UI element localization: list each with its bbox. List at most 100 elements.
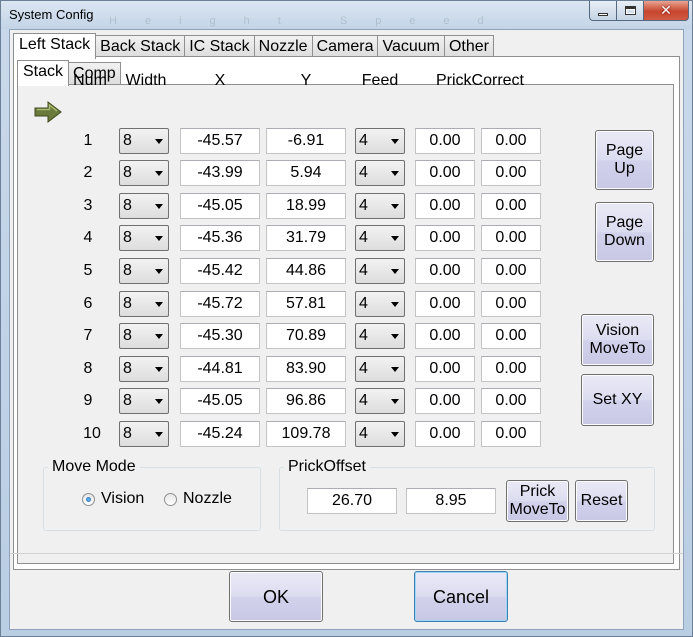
tab-back-stack[interactable]: Back Stack <box>95 35 186 58</box>
feed-select[interactable]: 4 <box>355 225 405 251</box>
row-num: 8 <box>83 360 93 377</box>
radio-vision[interactable] <box>82 493 95 506</box>
width-select[interactable]: 8 <box>119 356 169 382</box>
prick-correct-x-field[interactable]: 0.00 <box>415 193 475 219</box>
width-select[interactable]: 8 <box>119 258 169 284</box>
close-icon: ✕ <box>660 2 672 19</box>
vision-moveto-button[interactable]: Vision MoveTo <box>581 314 654 366</box>
prick-correct-x-field[interactable]: 0.00 <box>415 128 475 154</box>
prick-correct-y-field[interactable]: 0.00 <box>481 421 541 447</box>
row-num: 3 <box>83 197 93 214</box>
chevron-down-icon <box>391 399 399 404</box>
tab-stack[interactable]: Stack <box>17 60 70 86</box>
radio-nozzle[interactable] <box>164 493 177 506</box>
width-select[interactable]: 8 <box>119 160 169 186</box>
x-field[interactable]: -45.42 <box>180 258 260 284</box>
feed-select[interactable]: 4 <box>355 193 405 219</box>
x-field[interactable]: -45.05 <box>180 388 260 414</box>
y-field[interactable]: 5.94 <box>266 160 346 186</box>
set-xy-button[interactable]: Set XY <box>581 374 654 426</box>
prick-correct-y-field[interactable]: 0.00 <box>481 356 541 382</box>
ok-button[interactable]: OK <box>229 571 323 622</box>
prick-correct-y-field[interactable]: 0.00 <box>481 258 541 284</box>
radio-vision-label[interactable]: Vision <box>101 490 144 508</box>
x-field[interactable]: -45.72 <box>180 291 260 317</box>
title-bar[interactable]: System Config Height Speed Vision Check … <box>1 1 692 29</box>
feed-select[interactable]: 4 <box>355 356 405 382</box>
page-up-button[interactable]: Page Up <box>595 130 654 190</box>
chevron-down-icon <box>391 171 399 176</box>
width-value: 8 <box>123 360 132 377</box>
close-button[interactable]: ✕ <box>643 1 689 21</box>
chevron-down-icon <box>155 139 163 144</box>
prick-correct-y-field[interactable]: 0.00 <box>481 160 541 186</box>
reset-button[interactable]: Reset <box>575 480 628 522</box>
width-select[interactable]: 8 <box>119 225 169 251</box>
prick-correct-x-field[interactable]: 0.00 <box>415 421 475 447</box>
header-prick-correct: PrickCorrect <box>435 72 524 89</box>
prick-correct-y-field[interactable]: 0.00 <box>481 225 541 251</box>
y-field[interactable]: 109.78 <box>266 421 346 447</box>
cancel-button[interactable]: Cancel <box>414 571 508 622</box>
feed-select[interactable]: 4 <box>355 421 405 447</box>
x-field[interactable]: -43.99 <box>180 160 260 186</box>
y-field[interactable]: 31.79 <box>266 225 346 251</box>
prick-correct-x-field[interactable]: 0.00 <box>415 323 475 349</box>
prick-correct-y-field[interactable]: 0.00 <box>481 193 541 219</box>
feed-select[interactable]: 4 <box>355 128 405 154</box>
y-field[interactable]: -6.91 <box>266 128 346 154</box>
width-select[interactable]: 8 <box>119 128 169 154</box>
chevron-down-icon <box>391 236 399 241</box>
tab-camera[interactable]: Camera <box>311 35 379 58</box>
tab-nozzle[interactable]: Nozzle <box>253 35 313 58</box>
tab-left-stack[interactable]: Left Stack <box>13 33 97 59</box>
x-field[interactable]: -45.36 <box>180 225 260 251</box>
chevron-down-icon <box>391 302 399 307</box>
tab-other[interactable]: Other <box>443 35 494 58</box>
y-field[interactable]: 83.90 <box>266 356 346 382</box>
y-field[interactable]: 96.86 <box>266 388 346 414</box>
prick-correct-x-field[interactable]: 0.00 <box>415 388 475 414</box>
width-select[interactable]: 8 <box>119 421 169 447</box>
width-select[interactable]: 8 <box>119 291 169 317</box>
x-field[interactable]: -44.81 <box>180 356 260 382</box>
x-field[interactable]: -45.57 <box>180 128 260 154</box>
prick-correct-y-field[interactable]: 0.00 <box>481 323 541 349</box>
radio-nozzle-label[interactable]: Nozzle <box>183 490 232 508</box>
feed-select[interactable]: 4 <box>355 160 405 186</box>
feed-select[interactable]: 4 <box>355 258 405 284</box>
y-field[interactable]: 18.99 <box>266 193 346 219</box>
prick-correct-x-field[interactable]: 0.00 <box>415 291 475 317</box>
width-select[interactable]: 8 <box>119 388 169 414</box>
x-field[interactable]: -45.30 <box>180 323 260 349</box>
width-select[interactable]: 8 <box>119 323 169 349</box>
tab-vacuum[interactable]: Vacuum <box>377 35 445 58</box>
width-select[interactable]: 8 <box>119 193 169 219</box>
prick-offset-y-field[interactable]: 8.95 <box>406 488 496 514</box>
minimize-button[interactable] <box>589 1 617 21</box>
main-tabs: Left Stack Back Stack IC Stack Nozzle Ca… <box>13 33 494 59</box>
prick-correct-x-field[interactable]: 0.00 <box>415 356 475 382</box>
feed-select[interactable]: 4 <box>355 291 405 317</box>
window-title: System Config <box>9 7 94 22</box>
prick-correct-y-field[interactable]: 0.00 <box>481 291 541 317</box>
prick-correct-x-field[interactable]: 0.00 <box>415 258 475 284</box>
prick-correct-y-field[interactable]: 0.00 <box>481 388 541 414</box>
feed-select[interactable]: 4 <box>355 388 405 414</box>
header-num: Num <box>73 72 107 89</box>
feed-value: 4 <box>359 295 368 312</box>
x-field[interactable]: -45.05 <box>180 193 260 219</box>
y-field[interactable]: 57.81 <box>266 291 346 317</box>
y-field[interactable]: 44.86 <box>266 258 346 284</box>
y-field[interactable]: 70.89 <box>266 323 346 349</box>
prick-moveto-button[interactable]: Prick MoveTo <box>506 480 569 522</box>
prick-correct-x-field[interactable]: 0.00 <box>415 160 475 186</box>
feed-select[interactable]: 4 <box>355 323 405 349</box>
prick-correct-x-field[interactable]: 0.00 <box>415 225 475 251</box>
x-field[interactable]: -45.24 <box>180 421 260 447</box>
page-down-button[interactable]: Page Down <box>595 202 654 262</box>
maximize-button[interactable] <box>616 1 644 21</box>
tab-ic-stack[interactable]: IC Stack <box>184 35 255 58</box>
prick-correct-y-field[interactable]: 0.00 <box>481 128 541 154</box>
prick-offset-x-field[interactable]: 26.70 <box>307 488 397 514</box>
